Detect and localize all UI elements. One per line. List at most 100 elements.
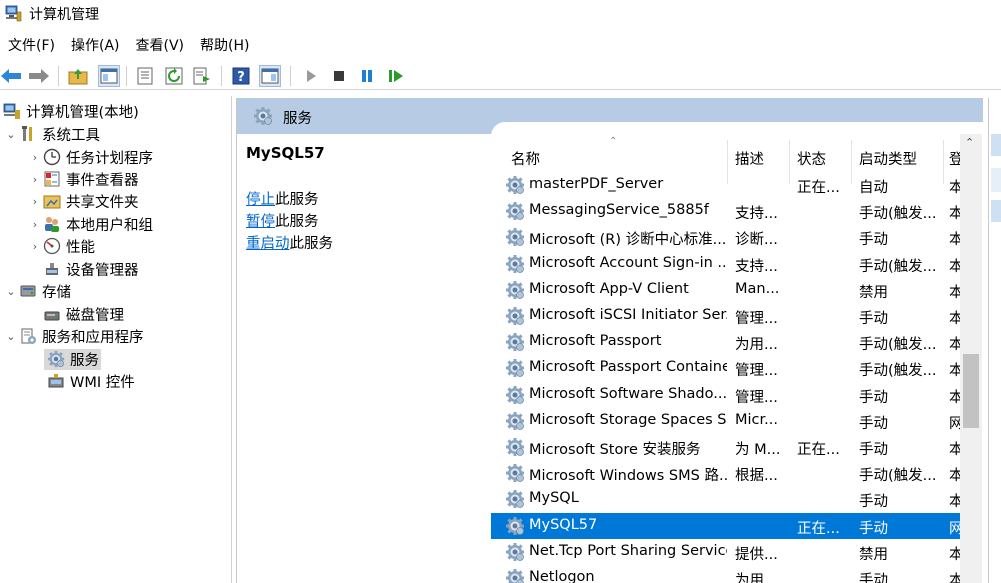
show-action-pane-button[interactable] — [259, 65, 281, 87]
service-row[interactable]: Microsoft Windows SMS 路... 根据... 手动(触发... 本 — [491, 460, 961, 486]
service-startup-type: 手动(触发... — [859, 363, 937, 380]
service-row[interactable]: Microsoft Storage Spaces S... Micr... 手动网 — [491, 408, 961, 434]
tree-item-local-users[interactable]: › 本地用户和组 — [28, 213, 153, 235]
start-service-button[interactable] — [300, 65, 322, 87]
service-description: Micr... — [735, 411, 778, 428]
service-gear-icon — [505, 254, 525, 274]
title-bar: 计算机管理 — [0, 0, 1001, 30]
shared-folder-icon — [42, 191, 62, 211]
tree-item-disk-management[interactable]: 磁盘管理 — [42, 303, 124, 325]
pause-service-link[interactable]: 暂停 — [246, 214, 275, 230]
service-row[interactable]: Microsoft Store 安装服务为 M... 正在... 手动本 — [491, 434, 961, 460]
stop-icon — [334, 71, 344, 81]
chevron-right-icon[interactable]: › — [28, 195, 42, 208]
service-description: 根据... — [735, 468, 778, 485]
stop-service-link[interactable]: 停止 — [246, 192, 275, 208]
toolbar: ? — [0, 62, 1001, 90]
service-row[interactable]: Microsoft iSCSI Initiator Ser... 管理... 手动本 — [491, 303, 961, 329]
service-row[interactable]: Netlogon 为用... 手动本 — [491, 565, 961, 583]
service-startup-type: 禁用 — [859, 546, 888, 563]
actions-pane-section[interactable] — [991, 200, 1001, 222]
tree-item-shared-folders[interactable]: › 共享文件夹 — [28, 190, 139, 212]
service-gear-icon — [505, 201, 525, 221]
chevron-right-icon[interactable]: › — [28, 151, 42, 164]
menu-help[interactable]: 帮助(H) — [192, 34, 257, 58]
computer-management-icon — [5, 5, 22, 22]
console-tree-icon — [100, 68, 118, 84]
properties-button[interactable] — [134, 65, 156, 87]
tree-item-device-manager[interactable]: 设备管理器 — [42, 258, 139, 280]
tree-label-services-apps: 服务和应用程序 — [42, 329, 144, 346]
tree-item-services[interactable]: 服务 — [44, 348, 101, 370]
chevron-right-icon[interactable]: › — [28, 218, 42, 231]
menu-file[interactable]: 文件(F) — [0, 34, 63, 58]
services-apps-icon — [18, 326, 38, 346]
stop-service-suffix: 此服务 — [275, 192, 319, 208]
disk-icon — [42, 304, 62, 324]
chevron-down-icon[interactable]: ⌄ — [4, 285, 18, 298]
column-description[interactable]: 描述 — [735, 148, 764, 169]
service-startup-type: 手动 — [859, 573, 888, 583]
actions-pane-section[interactable] — [991, 134, 1001, 156]
tree-item-event-viewer[interactable]: › 事件查看器 — [28, 168, 139, 190]
tree-item-task-scheduler[interactable]: › 任务计划程序 — [28, 146, 153, 168]
tree-label-system-tools: 系统工具 — [42, 127, 100, 144]
service-description: 管理... — [735, 311, 778, 327]
chevron-right-icon[interactable]: › — [28, 173, 42, 186]
service-gear-icon — [505, 463, 525, 483]
menu-view[interactable]: 查看(V) — [128, 34, 193, 58]
column-startup-type[interactable]: 启动类型 — [859, 148, 917, 169]
refresh-icon — [165, 67, 183, 85]
export-list-button[interactable] — [191, 65, 213, 87]
service-row[interactable]: MessagingService_5885f 支持... 手动(触发... 本 — [491, 198, 961, 224]
restart-service-button[interactable] — [385, 65, 407, 87]
service-row[interactable]: Net.Tcp Port Sharing Service 提供... 禁用本 — [491, 539, 961, 565]
menu-action[interactable]: 操作(A) — [63, 34, 128, 58]
up-level-button[interactable] — [67, 65, 89, 87]
service-row[interactable]: Microsoft (R) 诊断中心标准... 诊断... 手动本 — [491, 224, 961, 250]
chevron-right-icon[interactable]: › — [28, 240, 42, 253]
stop-service-button[interactable] — [328, 65, 350, 87]
service-row[interactable]: Microsoft App-V Client Man... 禁用本 — [491, 277, 961, 303]
tree-item-services-apps[interactable]: ⌄ 服务和应用程序 — [4, 325, 144, 347]
service-name: Netlogon — [529, 569, 595, 583]
restart-service-link[interactable]: 重启动 — [246, 236, 290, 252]
pause-service-button[interactable] — [356, 65, 378, 87]
service-row[interactable]: Microsoft Account Sign-in ... 支持... 手动(触发.… — [491, 251, 961, 277]
selected-service-name: MySQL57 — [246, 144, 325, 162]
column-status[interactable]: 状态 — [797, 148, 826, 169]
help-button[interactable]: ? — [230, 65, 252, 87]
back-button[interactable] — [0, 65, 22, 87]
forward-button[interactable] — [28, 65, 50, 87]
refresh-button[interactable] — [163, 65, 185, 87]
service-startup-type: 手动 — [859, 389, 888, 406]
service-name: Microsoft Passport — [529, 333, 662, 350]
service-row[interactable]: Microsoft Passport Container 管理... 手动(触发..… — [491, 355, 961, 381]
service-row[interactable]: MySQL 手动本 — [491, 486, 961, 512]
service-row[interactable]: Microsoft Passport 为用... 手动(触发... 本 — [491, 329, 961, 355]
tree-item-wmi[interactable]: WMI 控件 — [46, 370, 135, 392]
scroll-up-icon[interactable]: ⌃ — [965, 136, 974, 149]
toolbar-separator — [290, 66, 291, 86]
column-name[interactable]: 名称 — [511, 148, 540, 169]
tree-item-system-tools[interactable]: ⌄ 系统工具 — [4, 123, 100, 145]
tree-item-performance[interactable]: › 性能 — [28, 235, 95, 257]
scrollbar-thumb[interactable] — [963, 354, 979, 428]
actions-pane-item[interactable] — [991, 168, 1001, 192]
service-row[interactable]: MySQL57 正在... 手动网 — [491, 512, 961, 539]
forward-arrow-icon — [29, 69, 49, 83]
folder-up-icon — [68, 69, 88, 85]
event-viewer-icon — [42, 169, 62, 189]
service-gear-icon — [505, 437, 525, 457]
tree-item-root[interactable]: 计算机管理(本地) — [2, 100, 139, 122]
services-icon — [253, 106, 273, 126]
service-row[interactable]: masterPDF_Server 正在... 自动本 — [491, 172, 961, 198]
tree-item-storage[interactable]: ⌄ 存储 — [4, 280, 71, 302]
service-name: Microsoft Storage Spaces S... — [529, 411, 727, 428]
show-tree-button[interactable] — [98, 65, 120, 87]
service-row[interactable]: Microsoft Software Shado... 管理... 手动本 — [491, 382, 961, 408]
chevron-down-icon[interactable]: ⌄ — [4, 128, 18, 141]
chevron-down-icon[interactable]: ⌄ — [4, 330, 18, 343]
service-name: MessagingService_5885f — [529, 202, 709, 219]
vertical-scrollbar[interactable]: ⌃ — [960, 134, 982, 583]
